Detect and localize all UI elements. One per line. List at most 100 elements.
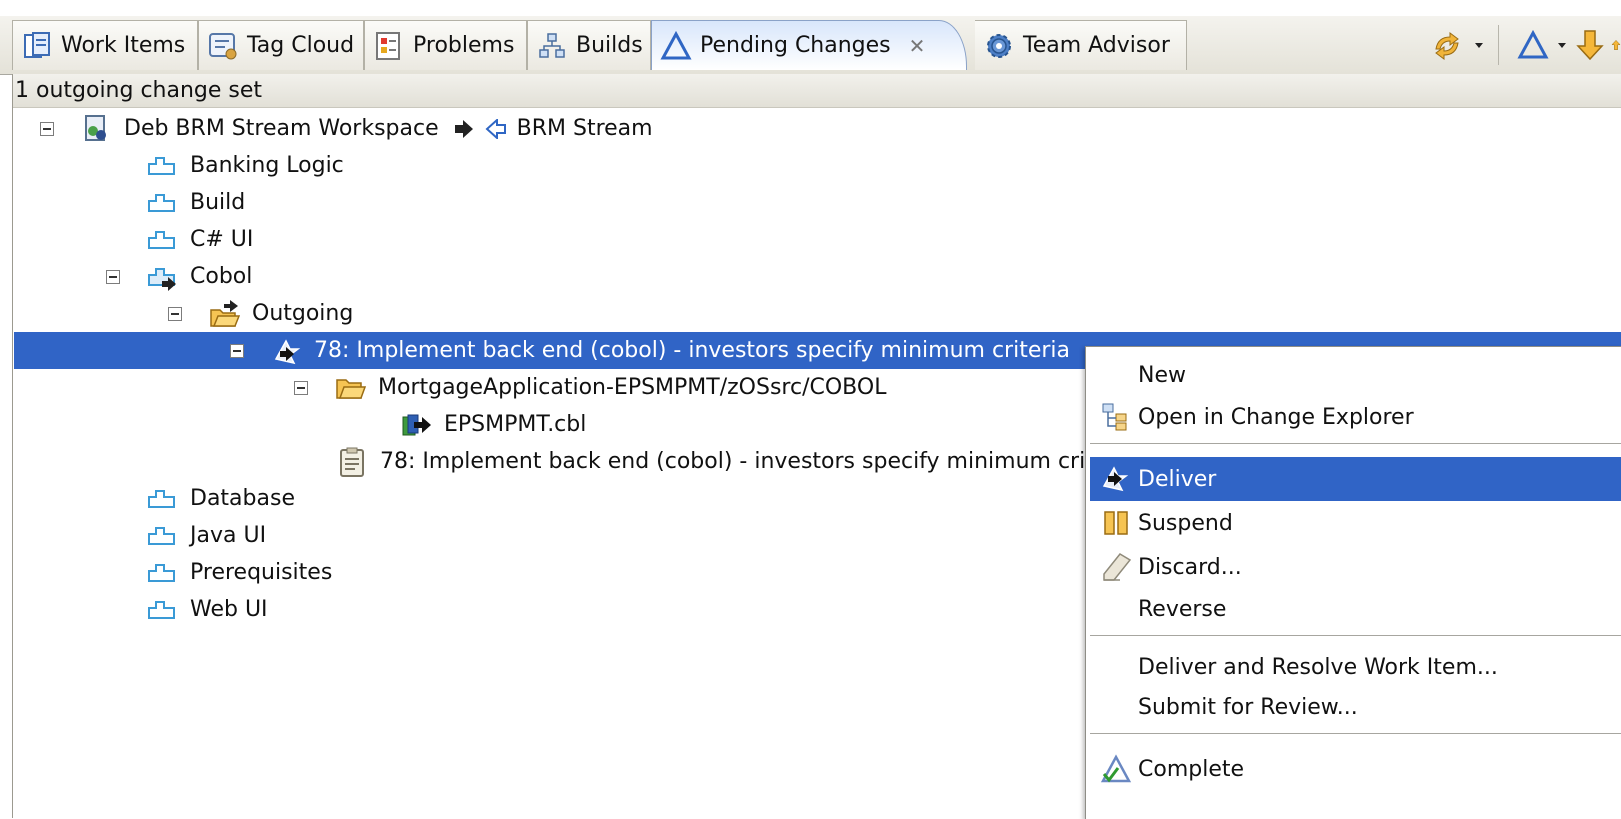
stream-name: BRM Stream <box>516 116 653 141</box>
deliver-icon <box>1098 463 1134 495</box>
problems-icon <box>373 30 405 62</box>
arrow-up-icon <box>1611 39 1621 50</box>
collapse-toggle[interactable] <box>294 380 308 395</box>
collapse-toggle[interactable] <box>40 121 54 136</box>
menu-separator <box>1090 635 1621 638</box>
menu-separator <box>1090 733 1621 736</box>
tab-label: Builds <box>576 33 643 58</box>
chevron-down-icon <box>1475 43 1483 48</box>
collapse-toggle[interactable] <box>106 269 120 284</box>
view-tab-bar: Work Items Tag Cloud Problems Builds Pen… <box>0 16 1621 75</box>
tab-builds[interactable]: Builds <box>527 20 651 70</box>
pending-changes-dropdown[interactable] <box>1555 25 1569 65</box>
menu-item-label: Suspend <box>1138 510 1233 536</box>
builds-icon <box>536 30 568 62</box>
component-label: Java UI <box>190 523 267 548</box>
menu-item-label: Complete <box>1138 756 1245 782</box>
component-icon <box>146 594 178 626</box>
tab-label: Tag Cloud <box>247 33 355 58</box>
menu-item-label: Submit for Review... <box>1138 694 1358 720</box>
eraser-icon <box>1098 551 1134 583</box>
component-label: Banking Logic <box>190 153 344 178</box>
pause-icon <box>1098 507 1134 539</box>
change-set-label: 78: Implement back end (cobol) - investo… <box>314 338 1071 363</box>
menu-item-open-in-change-explorer[interactable]: Open in Change Explorer <box>1090 395 1621 439</box>
view-left-border <box>12 74 13 818</box>
menu-item-label: Deliver <box>1138 466 1217 492</box>
tab-team-advisor[interactable]: Team Advisor <box>975 20 1187 70</box>
menu-item-label: Open in Change Explorer <box>1138 404 1414 430</box>
work-item-label: 78: Implement back end (cobol) - investo… <box>380 449 1108 474</box>
complete-icon <box>1098 753 1134 785</box>
close-icon[interactable]: ✕ <box>909 34 926 58</box>
component-label: Prerequisites <box>190 560 333 585</box>
workspace-name: Deb BRM Stream Workspace <box>124 116 439 141</box>
collapse-toggle[interactable] <box>168 306 182 321</box>
chevron-down-icon <box>1558 43 1566 48</box>
tab-label: Team Advisor <box>1023 33 1170 58</box>
work-items-icon <box>21 30 53 62</box>
menu-item-complete[interactable]: Complete <box>1090 747 1621 791</box>
pending-changes-icon <box>660 30 692 62</box>
component-icon <box>146 150 178 182</box>
pending-changes-action-button[interactable] <box>1517 25 1549 65</box>
workspace-icon <box>80 113 112 145</box>
tab-label: Work Items <box>61 33 186 58</box>
toolbar-separator <box>1498 25 1499 65</box>
tree-row-component[interactable]: Banking Logic <box>14 147 1621 184</box>
tab-work-items[interactable]: Work Items <box>12 20 198 70</box>
pending-changes-icon <box>1517 29 1549 59</box>
menu-separator <box>1090 443 1621 446</box>
menu-item-label: New <box>1138 362 1186 388</box>
component-label: Build <box>190 190 246 215</box>
deliver-outgoing-button[interactable] <box>1611 25 1621 65</box>
file-label: EPSMPMT.cbl <box>444 412 587 437</box>
folder-label: MortgageApplication-EPSMPMT/zOSsrc/COBOL <box>378 375 887 400</box>
incoming-arrow-icon <box>485 118 507 139</box>
component-icon <box>146 483 178 515</box>
tab-tag-cloud[interactable]: Tag Cloud <box>198 20 364 70</box>
menu-item-deliver-and-resolve[interactable]: Deliver and Resolve Work Item... <box>1090 645 1621 689</box>
accept-incoming-button[interactable] <box>1575 25 1605 65</box>
component-icon <box>146 224 178 256</box>
change-set-icon <box>270 335 302 367</box>
component-label: Database <box>190 486 295 511</box>
tab-label: Problems <box>413 33 515 58</box>
collapse-toggle[interactable] <box>230 343 244 358</box>
menu-icon-spacer <box>1098 593 1134 625</box>
tree-row-component-cobol[interactable]: Cobol <box>14 258 1621 295</box>
tab-problems[interactable]: Problems <box>364 20 527 70</box>
gear-icon <box>983 30 1015 62</box>
refresh-icon <box>1435 32 1459 60</box>
refresh-dropdown[interactable] <box>1472 25 1486 65</box>
menu-item-submit-for-review[interactable]: Submit for Review... <box>1090 685 1621 729</box>
menu-icon-spacer <box>1098 359 1134 391</box>
open-folder-outgoing-icon <box>208 298 240 330</box>
menu-item-label: Reverse <box>1138 596 1227 622</box>
tree-row-outgoing[interactable]: Outgoing <box>14 295 1621 332</box>
tree-row-component[interactable]: C# UI <box>14 221 1621 258</box>
menu-item-new[interactable]: New <box>1090 353 1621 397</box>
menu-item-label: Deliver and Resolve Work Item... <box>1138 654 1498 680</box>
menu-icon-spacer <box>1098 691 1134 723</box>
menu-item-discard[interactable]: Discard... <box>1090 545 1621 589</box>
menu-icon-spacer <box>1098 651 1134 683</box>
refresh-button[interactable] <box>1430 25 1466 65</box>
tab-label: Pending Changes <box>700 33 891 58</box>
component-outgoing-icon <box>146 261 178 293</box>
outgoing-arrow-icon <box>453 119 475 139</box>
component-icon <box>146 520 178 552</box>
menu-item-deliver[interactable]: Deliver <box>1090 457 1621 501</box>
outgoing-label: Outgoing <box>252 301 354 326</box>
tree-row-workspace[interactable]: Deb BRM Stream Workspace BRM Stream <box>14 110 1621 147</box>
menu-item-reverse[interactable]: Reverse <box>1090 587 1621 631</box>
component-label: Cobol <box>190 264 253 289</box>
tag-cloud-icon <box>207 30 239 62</box>
open-folder-icon <box>334 372 366 404</box>
menu-item-suspend[interactable]: Suspend <box>1090 501 1621 545</box>
component-label: C# UI <box>190 227 254 252</box>
tree-row-component[interactable]: Build <box>14 184 1621 221</box>
tab-pending-changes[interactable]: Pending Changes ✕ <box>651 20 967 70</box>
file-change-icon <box>400 409 432 441</box>
menu-item-label: Discard... <box>1138 554 1242 580</box>
